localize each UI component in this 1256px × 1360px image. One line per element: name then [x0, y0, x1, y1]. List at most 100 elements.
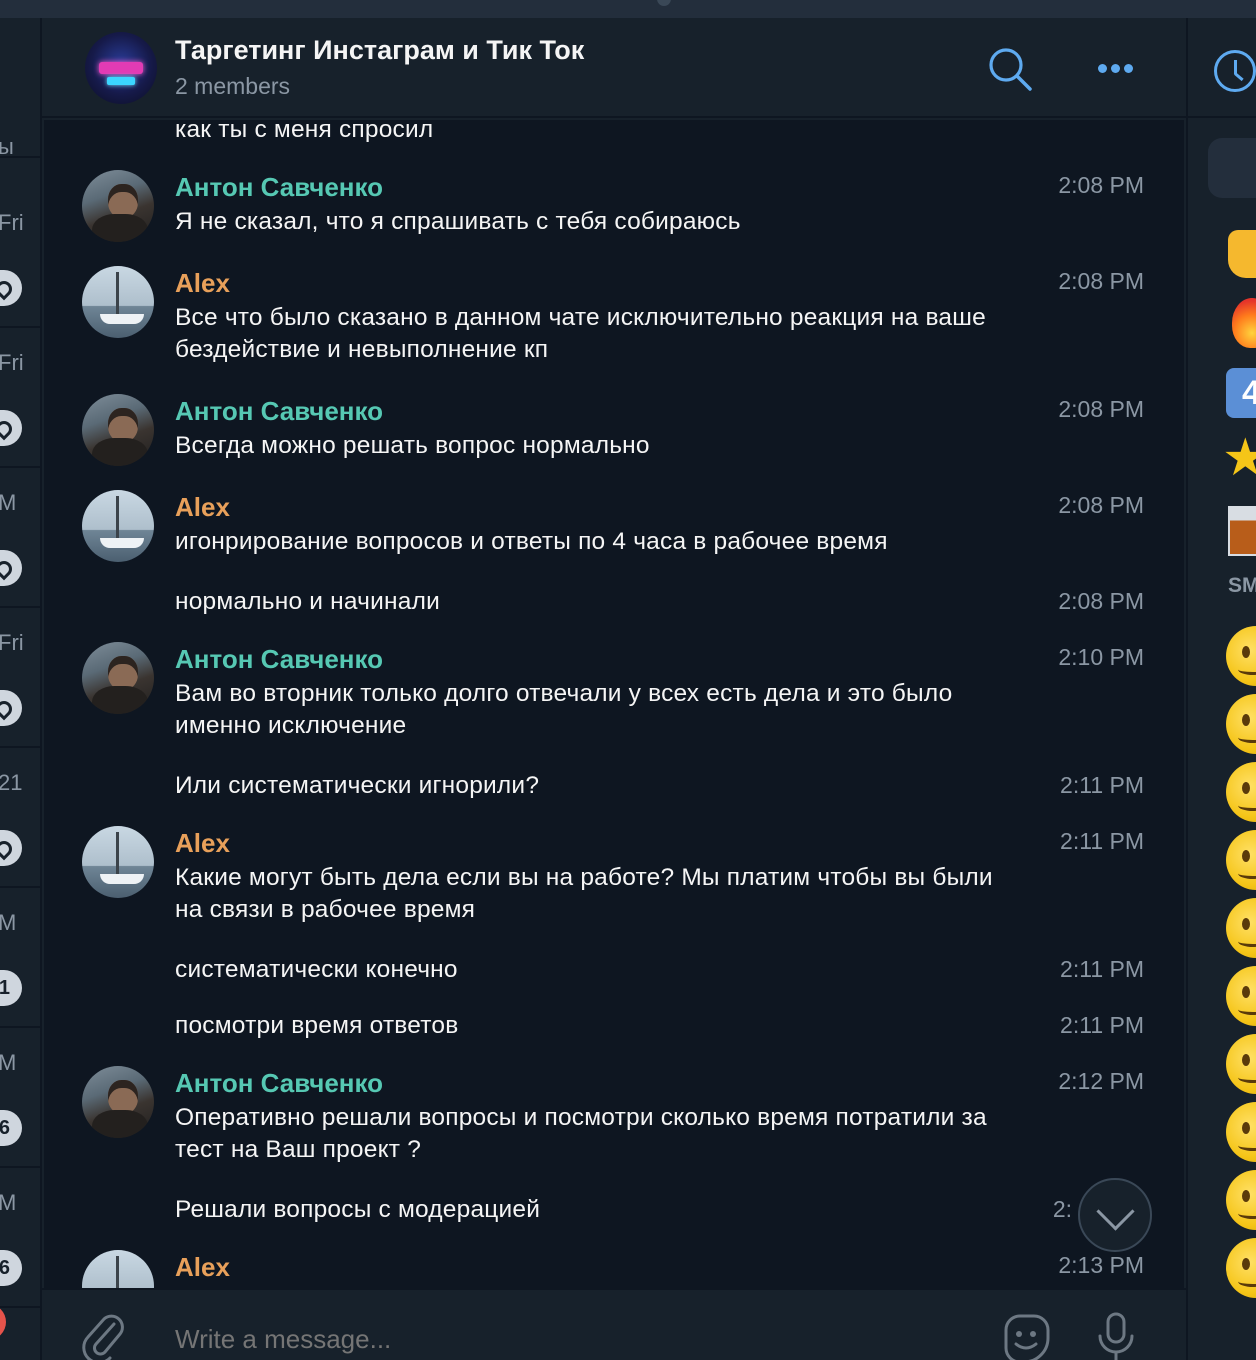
chat-list-item[interactable]: 21: [0, 748, 40, 888]
avatar[interactable]: [82, 826, 154, 898]
message-author[interactable]: Антон Савченко: [175, 1068, 383, 1099]
chat-list-item-date: Fri: [0, 350, 24, 375]
avatar[interactable]: [82, 490, 154, 562]
more-options-icon[interactable]: [1090, 46, 1140, 90]
avatar[interactable]: [82, 394, 154, 466]
chat-list-item-date: Fri: [0, 630, 24, 655]
message-text: Вам во вторник только долго отвечали у в…: [175, 680, 953, 739]
message-text: игонрирование вопросов и ответы по 4 час…: [175, 528, 888, 555]
pin-icon: [0, 410, 22, 446]
message-text: систематически конечно: [175, 956, 458, 983]
message-text: Решали вопросы с модерацией: [175, 1196, 541, 1223]
chat-member-count[interactable]: 2 members: [175, 73, 290, 100]
chat-list-item[interactable]: Fri: [0, 608, 40, 748]
message-text: Все что было сказано в данном чате исклю…: [175, 304, 986, 363]
heart-eyes-face-icon[interactable]: [1226, 762, 1256, 822]
chat-list-item[interactable]: Fri: [0, 328, 40, 468]
message-input[interactable]: [175, 1324, 955, 1355]
message-text: Или систематически игнорили?: [175, 772, 540, 799]
avatar-neon-sign: [99, 62, 143, 74]
microphone-icon[interactable]: [1096, 1312, 1136, 1360]
grinning-face-icon[interactable]: [1226, 626, 1256, 686]
chat-title[interactable]: Таргетинг Инстаграм и Тик Ток: [175, 35, 584, 66]
message-text: Оперативно решали вопросы и посмотри ско…: [175, 1104, 987, 1163]
message-author[interactable]: Alex: [175, 828, 230, 859]
frowning-face-icon[interactable]: [1226, 966, 1256, 1026]
chat-list-sidebar[interactable]: ы Fri Fri M Fri 21 M 1 M 6 M 6: [0, 18, 42, 1360]
sticker-icon[interactable]: [1000, 1312, 1052, 1360]
chat-list-item-date: Fri: [0, 210, 24, 235]
message-time: 2:08 PM: [1058, 268, 1144, 294]
whisky-glass-icon[interactable]: [1228, 506, 1256, 556]
scroll-to-bottom-button[interactable]: [1078, 1178, 1152, 1252]
message-author[interactable]: Антон Савченко: [175, 396, 383, 427]
message-composer: [42, 1288, 1186, 1360]
smiling-tear-face-icon[interactable]: [1226, 694, 1256, 754]
paperclip-icon[interactable]: [80, 1310, 126, 1360]
message-time: 2:11 PM: [1060, 772, 1144, 798]
group-avatar[interactable]: [85, 32, 157, 104]
search-icon[interactable]: [987, 46, 1033, 92]
chat-list-item-date: M: [0, 490, 16, 516]
pin-icon: [0, 550, 22, 586]
pin-icon: [0, 690, 22, 726]
chat-list-item[interactable]: M 1: [0, 888, 40, 1028]
message-time: 2:08 PM: [1058, 396, 1144, 422]
chat-list-item-date: 21: [0, 770, 23, 795]
avatar[interactable]: [82, 1066, 154, 1138]
star-struck-face-icon[interactable]: [1226, 898, 1256, 958]
message-time: 2:11 PM: [1060, 1012, 1144, 1038]
message-author[interactable]: Антон Савченко: [175, 172, 383, 203]
unread-badge: 6: [0, 1250, 22, 1286]
pin-icon: [0, 830, 22, 866]
emoji-panel: 4 ★ SM: [1186, 18, 1256, 1360]
chat-list-item-date: M: [0, 910, 16, 936]
message-time: 2:13 PM: [1058, 1252, 1144, 1278]
thumbs-up-icon[interactable]: [1228, 230, 1256, 278]
message-time: 2:08 PM: [1058, 172, 1144, 198]
emoji-search-box[interactable]: [1208, 138, 1256, 198]
message-text: Какие могут быть дела если вы на работе?…: [175, 864, 993, 923]
window-top-strip: [0, 0, 1256, 18]
chat-list-item[interactable]: M 6: [0, 1028, 40, 1168]
message-author[interactable]: Alex: [175, 1252, 230, 1283]
unread-badge: 1: [0, 970, 22, 1006]
chat-list-item-date: M: [0, 1050, 16, 1076]
message-time: 2:: [1052, 1196, 1072, 1222]
message-list[interactable]: как ты с меня спросил Антон Савченко 2:0…: [44, 120, 1184, 1288]
avatar[interactable]: [82, 1250, 154, 1288]
recent-clock-icon[interactable]: [1214, 50, 1256, 92]
message-time: 2:11 PM: [1060, 828, 1144, 854]
chat-list-item[interactable]: M: [0, 468, 40, 608]
message-text: Всегда можно решать вопрос нормально: [175, 432, 650, 459]
fire-icon[interactable]: [1232, 298, 1256, 348]
message-author[interactable]: Alex: [175, 492, 230, 523]
avatar[interactable]: [82, 170, 154, 242]
message-time: 2:10 PM: [1058, 644, 1144, 670]
crying-face-icon[interactable]: [1226, 1034, 1256, 1094]
chat-list-item[interactable]: M 6: [0, 1168, 40, 1308]
unread-badge: 6: [0, 1110, 22, 1146]
message-author[interactable]: Alex: [175, 268, 230, 299]
chat-list-item-date: ы: [0, 134, 14, 160]
emoji-panel-header: [1188, 18, 1256, 118]
message-author[interactable]: Антон Савченко: [175, 644, 383, 675]
avatar[interactable]: [82, 642, 154, 714]
notification-dot: [0, 1304, 6, 1340]
message-text: нормально и начинали: [175, 588, 440, 615]
star-icon[interactable]: ★: [1222, 428, 1256, 488]
peeking-face-icon[interactable]: [1226, 1238, 1256, 1298]
message-text: посмотри время ответов: [175, 1012, 459, 1039]
message-text: Я не сказал, что я спрашивать с тебя соб…: [175, 208, 741, 235]
keycap-four-icon[interactable]: 4: [1226, 368, 1256, 418]
cold-face-icon[interactable]: [1226, 1102, 1256, 1162]
squinting-tongue-face-icon[interactable]: [1226, 830, 1256, 890]
message-text: как ты с меня спросил: [175, 120, 434, 143]
chat-list-item[interactable]: ы: [0, 18, 40, 160]
chat-list-item[interactable]: Fri: [0, 188, 40, 328]
window-drag-handle: [657, 0, 671, 6]
avatar[interactable]: [82, 266, 154, 338]
hand-over-mouth-face-icon[interactable]: [1226, 1170, 1256, 1230]
message-time: 2:08 PM: [1058, 588, 1144, 614]
message-time: 2:08 PM: [1058, 492, 1144, 518]
